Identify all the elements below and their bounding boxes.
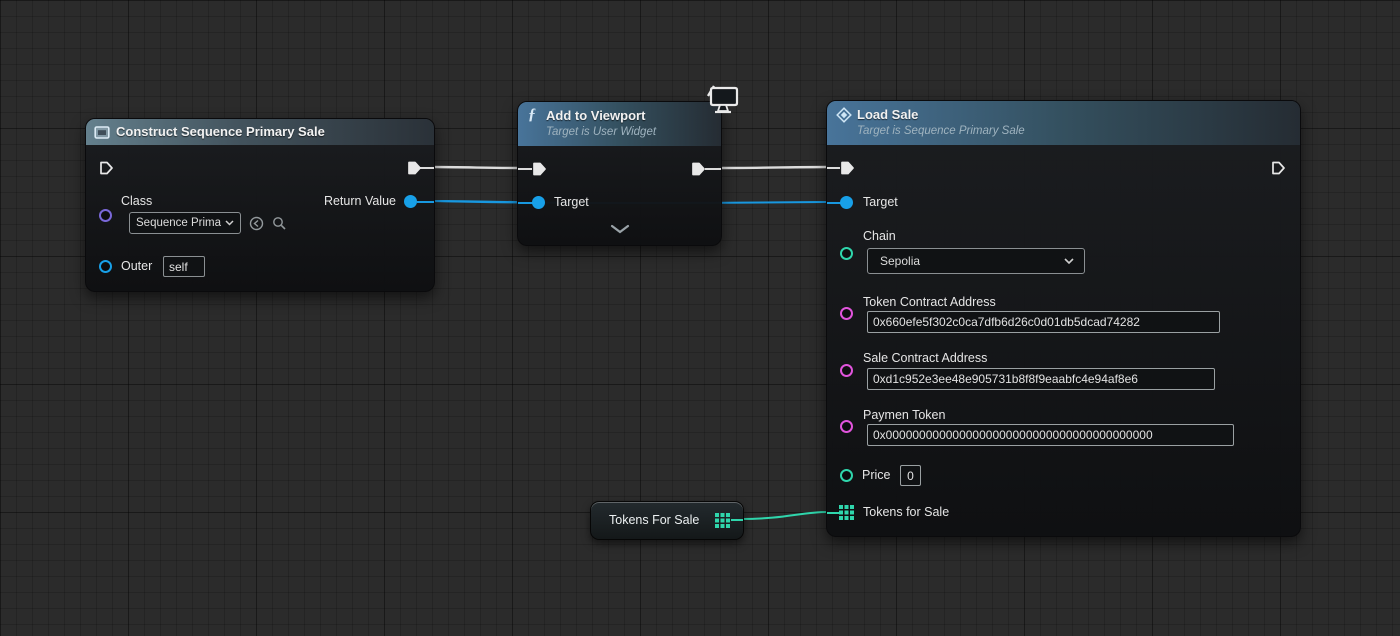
chain-pin-label: Chain [863,229,896,243]
return-value-stub [417,201,434,203]
chevron-down-icon [225,220,234,226]
token-contract-address-label: Token Contract Address [863,295,996,309]
exec-wire-construct-to-viewport[interactable] [430,165,520,170]
construct-node-title: Construct Sequence Primary Sale [116,124,325,139]
function-icon: ƒ [528,106,536,123]
loadsale-exec-out-pin[interactable] [1270,160,1286,176]
outer-value-field[interactable]: self [163,256,205,277]
construct-node-header[interactable]: Construct Sequence Primary Sale [86,119,434,145]
price-label: Price [862,468,891,482]
load-sale-title: Load Sale [857,107,919,122]
price-pin[interactable] [840,469,853,482]
use-selected-asset-button[interactable] [249,216,264,231]
chevron-down-icon [1064,257,1074,264]
viewport-target-pin[interactable] [532,196,545,209]
loadsale-target-stub [827,202,841,204]
payment-token-label: Paymen Token [863,408,946,422]
load-sale-header[interactable]: Load Sale Target is Sequence Primary Sal… [827,101,1300,145]
viewport-target-stub [518,202,533,204]
viewport-target-label: Target [554,195,589,209]
collapse-chevron-icon[interactable] [610,224,630,234]
add-to-viewport-header[interactable]: ƒ Add to Viewport Target is User Widget [518,102,721,146]
loadsale-exec-in-pin[interactable] [839,160,855,176]
node-construct-sequence-primary-sale[interactable]: Construct Sequence Primary Sale Class Se… [85,118,435,292]
price-value-field[interactable]: 0 [900,465,921,486]
return-value-label: Return Value [323,194,396,208]
sale-contract-address-label: Sale Contract Address [863,351,988,365]
load-sale-subtitle: Target is Sequence Primary Sale [857,125,1025,137]
return-value-pin[interactable] [404,195,417,208]
construct-exec-out-pin[interactable] [406,160,422,176]
viewport-exec-out-pin[interactable] [690,161,706,177]
sale-contract-address-pin[interactable] [840,364,853,377]
chain-pin[interactable] [840,247,853,260]
class-pin[interactable] [99,209,112,222]
tokens-for-sale-array-pin[interactable] [839,505,854,520]
loadsale-target-pin[interactable] [840,196,853,209]
sale-contract-address-field[interactable]: 0xd1c952e3ee48e905731b8f8f9eaabfc4e94af8… [867,368,1215,390]
chain-select-dropdown[interactable]: Sepolia [867,248,1085,274]
chain-select-value: Sepolia [880,254,921,268]
token-contract-address-field[interactable]: 0x660efe5f302c0ca7dfb6d26c0d01db5dcad742… [867,311,1220,333]
event-diamond-icon [836,107,852,123]
construct-icon [94,126,110,139]
tokens-variable-output-pin[interactable] [715,513,730,528]
class-pin-label: Class [121,194,153,208]
tokens-variable-label: Tokens For Sale [609,513,700,527]
loadsale-target-label: Target [863,195,898,209]
token-contract-address-pin[interactable] [840,307,853,320]
node-load-sale[interactable]: Load Sale Target is Sequence Primary Sal… [826,100,1301,537]
array-wire-tokensvar-to-loadsale[interactable] [740,511,829,520]
outer-pin[interactable] [99,260,112,273]
exec-wire-viewport-to-loadsale[interactable] [717,165,829,170]
node-add-to-viewport[interactable]: ƒ Add to Viewport Target is User Widget … [517,85,739,246]
class-select-value: Sequence Prima [136,217,222,229]
viewport-exec-in-pin[interactable] [531,161,547,177]
outer-pin-label: Outer [121,259,153,273]
payment-token-field[interactable]: 0x00000000000000000000000000000000000000… [867,424,1234,446]
construct-exec-in-pin[interactable] [98,160,114,176]
browse-asset-magnifier-icon[interactable] [272,216,287,231]
payment-token-pin[interactable] [840,420,853,433]
node-tokens-for-sale-variable[interactable]: Tokens For Sale [590,501,744,540]
tokens-for-sale-label: Tokens for Sale [863,505,950,519]
viewport-monitor-icon [706,85,739,114]
tokens-variable-out-stub [731,519,743,521]
viewport-exec-out-stub [705,168,721,171]
blueprint-graph-canvas[interactable]: Construct Sequence Primary Sale Class Se… [0,0,1400,636]
add-to-viewport-subtitle: Target is User Widget [546,126,657,138]
class-select-dropdown[interactable]: Sequence Prima [129,212,241,234]
viewport-exec-in-stub [518,168,532,171]
add-to-viewport-title: Add to Viewport [546,108,646,123]
